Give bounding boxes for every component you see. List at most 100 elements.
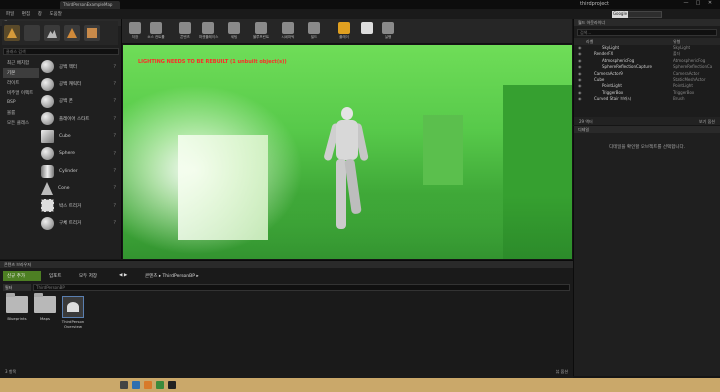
asset-tile[interactable]: Blueprints [5, 293, 29, 321]
document-tab[interactable]: ThirdPersonExampleMap [60, 1, 120, 9]
taskbar-app-icon[interactable] [144, 381, 152, 389]
category-visual-effects[interactable]: 비주얼 이펙트 [3, 88, 39, 98]
mannequin-character[interactable] [323, 107, 369, 232]
help-icon[interactable]: ? [113, 64, 116, 70]
eye-icon[interactable]: ◉ [578, 77, 582, 82]
paint-mode-button[interactable] [24, 25, 40, 41]
breadcrumb-folder[interactable]: ThirdPersonBP [163, 274, 195, 279]
menu-window[interactable]: 창 [38, 11, 42, 17]
foliage-mode-button[interactable] [64, 25, 80, 41]
taskbar-app-icon[interactable] [132, 381, 140, 389]
help-icon[interactable]: ? [113, 168, 116, 174]
level-viewport[interactable]: LIGHTING NEEDS TO BE REBUILT (1 unbuilt … [123, 45, 572, 259]
content-button[interactable]: 콘텐츠 [176, 21, 194, 42]
help-icon[interactable]: ? [113, 116, 116, 122]
eye-icon[interactable]: ◉ [578, 83, 582, 88]
outliner-tab[interactable]: 월드 아웃라이너 [574, 19, 720, 26]
list-item[interactable]: Sphere? [41, 145, 119, 162]
outliner-header: 라벨 유형 [574, 38, 720, 45]
cylinder-icon [41, 164, 54, 178]
breadcrumb-root[interactable]: 콘텐츠 [145, 274, 157, 279]
asset-tile[interactable]: ThirdPerson Overview [61, 296, 85, 329]
mode-selector [2, 21, 118, 45]
help-icon[interactable]: ? [113, 185, 116, 191]
list-item[interactable]: 공백 액터? [41, 58, 119, 75]
asset-tile[interactable]: Maps [33, 293, 57, 321]
eye-icon[interactable]: ◉ [578, 64, 582, 69]
eye-icon[interactable]: ◉ [578, 90, 582, 95]
filters-button[interactable]: 필터 [3, 284, 31, 291]
save-icon [129, 22, 141, 34]
stop-button[interactable] [358, 21, 376, 42]
eye-icon[interactable]: ◉ [578, 96, 582, 101]
view-options-button[interactable]: 보기 옵션 [699, 119, 715, 125]
source-control-button[interactable]: 소스 컨트롤 [147, 21, 165, 42]
landscape-mode-button[interactable] [44, 25, 60, 41]
category-lights[interactable]: 라이트 [3, 78, 39, 88]
google-search-button[interactable]: Google [612, 11, 628, 18]
back-arrow-icon[interactable]: ◀ ▶ [115, 271, 131, 281]
geometry-mode-button[interactable] [84, 25, 100, 41]
taskbar-app-icon[interactable] [168, 381, 176, 389]
menu-help[interactable]: 도움말 [49, 11, 61, 17]
eye-icon[interactable]: ◉ [578, 51, 582, 56]
close-button[interactable]: ✕ [704, 0, 716, 8]
list-item[interactable]: 공백 캐릭터? [41, 75, 119, 92]
play-button[interactable]: 플레이 [335, 21, 353, 42]
asset-search-input[interactable]: ThirdPersonBP [33, 284, 570, 291]
category-recent[interactable]: 최근 배치함 [3, 58, 39, 68]
place-mode-button[interactable] [4, 25, 20, 41]
cube-mesh[interactable] [178, 135, 268, 240]
cinematics-label: 시네마틱 [281, 35, 295, 39]
list-item[interactable]: 플레이어 스타트? [41, 110, 119, 127]
list-item[interactable]: 박스 트리거? [41, 197, 119, 214]
cube-icon [41, 129, 54, 143]
blueprint-icon [255, 22, 267, 34]
list-item[interactable]: Cylinder? [41, 162, 119, 179]
help-icon[interactable]: ? [113, 81, 116, 87]
menu-edit[interactable]: 편집 [22, 11, 30, 17]
save-all-button[interactable]: 모두 저장 [75, 271, 101, 281]
marketplace-button[interactable]: 마켓플레이스 [199, 21, 218, 42]
category-volumes[interactable]: 볼륨 [3, 108, 39, 118]
actor-count: 29 액터 [579, 119, 593, 124]
list-item[interactable]: Cone? [41, 180, 119, 197]
outliner-search-input[interactable]: 검색... [577, 29, 717, 36]
add-new-button[interactable]: 신규 추가 [3, 271, 41, 281]
help-icon[interactable]: ? [113, 203, 116, 209]
save-button[interactable]: 저장 [126, 21, 144, 42]
taskbar-app-icon[interactable] [156, 381, 164, 389]
marketplace-icon [202, 22, 214, 34]
category-all-classes[interactable]: 모든 클래스 [3, 118, 39, 128]
category-bsp[interactable]: BSP [3, 98, 39, 108]
content-browser-tab[interactable]: 콘텐츠 브라우저 [0, 261, 573, 268]
lighting-warning: LIGHTING NEEDS TO BE REBUILT (1 unbuilt … [138, 59, 287, 65]
settings-button[interactable]: 세팅 [225, 21, 243, 42]
build-button[interactable]: 빌드 [305, 21, 323, 42]
table-row[interactable]: ◉ Curved Stair 브러시 Brush [574, 96, 720, 102]
taskbar-app-icon[interactable] [120, 381, 128, 389]
blueprints-button[interactable]: 블루프린트 [252, 21, 270, 42]
menu-file[interactable]: 파일 [6, 11, 14, 17]
actor-type: SphereReflectionCa [673, 64, 713, 70]
details-tab[interactable]: 디테일 [574, 126, 720, 133]
category-basic[interactable]: 기본 [3, 68, 39, 78]
view-options-button[interactable]: 뷰 옵션 [556, 369, 568, 375]
launch-button[interactable]: 실행 [379, 21, 397, 42]
list-item[interactable]: 구체 트리거? [41, 215, 119, 232]
help-icon[interactable]: ? [113, 98, 116, 104]
minimize-button[interactable]: — [680, 0, 692, 8]
list-item[interactable]: Cube? [41, 128, 119, 145]
list-item[interactable]: 공백 폰? [41, 93, 119, 110]
class-search-input[interactable]: 클래스 검색 [3, 48, 119, 55]
maximize-button[interactable]: □ [692, 0, 704, 8]
help-icon[interactable]: ? [113, 220, 116, 226]
cinematics-button[interactable]: 시네마틱 [279, 21, 297, 42]
help-icon[interactable]: ? [113, 151, 116, 157]
asset-label: Maps [40, 316, 50, 321]
eye-icon[interactable]: ◉ [578, 45, 582, 50]
help-icon[interactable]: ? [113, 133, 116, 139]
eye-icon[interactable]: ◉ [578, 58, 582, 63]
import-button[interactable]: 임포트 [45, 271, 65, 281]
eye-icon[interactable]: ◉ [578, 71, 582, 76]
